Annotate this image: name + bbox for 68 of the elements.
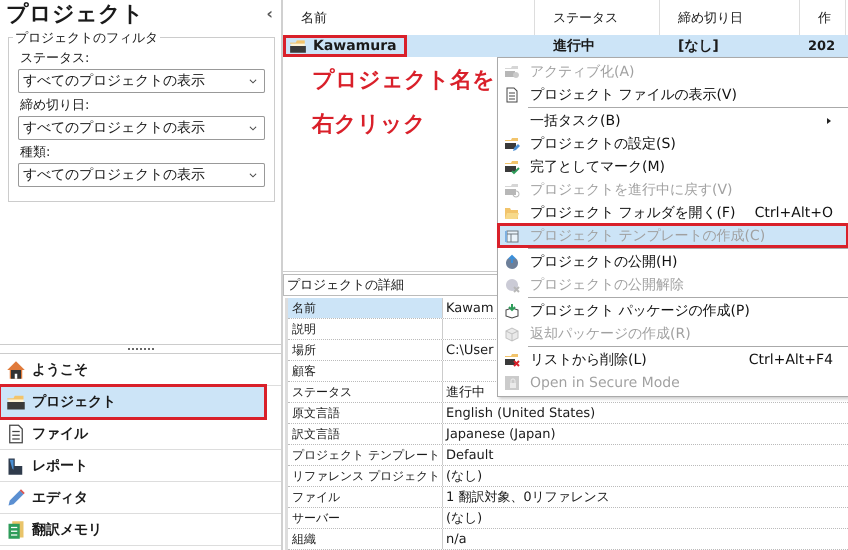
property-name: 訳文言語 [288, 424, 443, 444]
splitter-handle[interactable] [128, 348, 154, 350]
property-name: 名前 [288, 298, 443, 318]
nav-item[interactable]: レポート [0, 450, 281, 482]
globe-remove-icon [504, 276, 520, 292]
property-name: ステータス [288, 382, 443, 402]
annotation-text: プロジェクト名を [312, 67, 495, 95]
property-value: C:\User [446, 342, 494, 358]
property-name: 顧客 [288, 361, 443, 381]
property-value: (なし) [446, 468, 482, 485]
table-cell-text: 202 [807, 38, 836, 56]
group-title: プロジェクトのフィルタ [13, 29, 160, 47]
tray-undo-icon [504, 182, 520, 198]
globe-upload-icon [504, 254, 520, 270]
document-icon [6, 424, 26, 444]
filter-dropdown[interactable]: すべてのプロジェクトの表示 [18, 163, 265, 187]
property-name: プロジェクト テンプレート [288, 445, 443, 465]
property-value: 進行中 [446, 384, 485, 401]
tray-delete-icon [504, 352, 520, 368]
annotation-text: 右クリック [312, 111, 427, 139]
package-download-icon [504, 302, 520, 318]
property-name: リファレンス プロジェクト [288, 466, 443, 486]
table-cell-text: 進行中 [552, 37, 595, 56]
property-value: (なし) [446, 510, 482, 527]
table-cell-text: [なし] [677, 37, 719, 56]
property-name: 原文言語 [288, 403, 443, 423]
table-cell: Kawamura [283, 35, 407, 57]
panel-title: プロジェクト [6, 0, 144, 28]
document-icon [504, 86, 520, 102]
menu-item[interactable]: プロジェクト フォルダを開く(F) Ctrl+Alt+O [498, 201, 848, 224]
lock-icon [504, 374, 520, 390]
field-label: 締め切り日: [19, 97, 90, 115]
home-icon [6, 360, 26, 380]
field-label: ステータス: [19, 50, 90, 68]
menu-item[interactable]: プロジェクト ファイルの表示(V) [498, 83, 848, 106]
tray-check-icon [504, 158, 520, 174]
menu-item[interactable]: プロジェクトの設定(S) [498, 132, 848, 155]
property-value: English (United States) [446, 406, 596, 420]
nav-item[interactable]: 翻訳メモリ [0, 514, 281, 546]
template-icon [504, 228, 520, 244]
filter-dropdown[interactable]: すべてのプロジェクトの表示 [18, 116, 265, 140]
nav-item[interactable]: エディタ [0, 482, 281, 514]
property-name: 場所 [288, 340, 443, 360]
book-icon [6, 520, 26, 540]
property-value: Japanese (Japan) [446, 426, 556, 442]
project-row[interactable]: Kawamura 進行中 [なし] 202 [283, 35, 848, 57]
property-name: サーバー [288, 508, 443, 528]
property-value: 1 翻訳対象、0リファレンス [446, 489, 610, 506]
property-name: 組織 [288, 529, 443, 549]
property-name: ファイル [288, 487, 443, 507]
property-value: Kawam [446, 300, 494, 316]
field-label: 種類: [19, 144, 52, 162]
menu-item[interactable]: プロジェクト パッケージの作成(P) [498, 299, 848, 322]
property-value: n/a [446, 532, 467, 546]
menu-item[interactable]: 完了としてマーク(M) [498, 155, 848, 178]
nav-item[interactable]: ファイル [0, 418, 281, 450]
pencil-icon [6, 488, 26, 508]
menu-item[interactable]: 一括タスク(B) [498, 109, 848, 132]
collapse-button[interactable]: ‹ [266, 4, 273, 23]
package-icon [504, 326, 520, 342]
tray-pencil-icon [504, 136, 520, 152]
property-name: 説明 [288, 319, 443, 339]
nav-item[interactable]: プロジェクト [0, 386, 265, 418]
menu-item[interactable]: プロジェクトの公開(H) [498, 250, 848, 273]
menu-item[interactable]: リストから削除(L) Ctrl+Alt+F4 [498, 348, 848, 371]
tray-gear-icon [504, 64, 520, 80]
filter-dropdown[interactable]: すべてのプロジェクトの表示 [18, 69, 265, 93]
property-value: Default [446, 448, 494, 462]
